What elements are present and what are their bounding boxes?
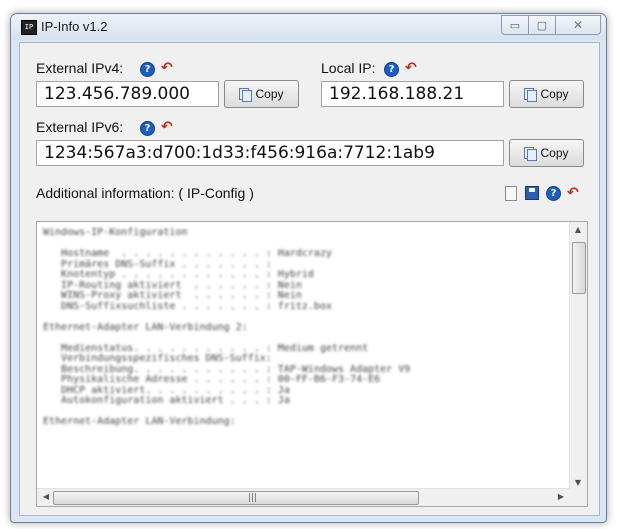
scroll-right-arrow-icon[interactable]: ▶ [554, 492, 568, 501]
external-ipv4-field[interactable]: 123.456.789.000 [36, 81, 219, 107]
scroll-left-arrow-icon[interactable]: ◀ [39, 492, 53, 501]
horizontal-scrollbar[interactable]: ◀ ||| ▶ [37, 488, 570, 506]
ipv6-help-icon[interactable]: ? [140, 121, 155, 136]
ipv4-refresh-icon[interactable]: ↶ [161, 61, 173, 75]
vertical-scrollbar[interactable]: ▲ ▼ [569, 222, 587, 490]
ipv6-refresh-icon[interactable]: ↶ [161, 120, 173, 134]
copy-ipv6-button[interactable]: Copy [509, 139, 584, 167]
minimize-button[interactable]: ▭ [501, 15, 529, 35]
copy-local-ip-label: Copy [540, 87, 569, 101]
vertical-scroll-thumb[interactable] [572, 242, 586, 294]
additional-refresh-icon[interactable]: ↶ [567, 186, 579, 200]
maximize-button[interactable]: ▢ [528, 15, 556, 35]
ip-config-output: Windows-IP-Konfiguration Hostname . . . … [43, 227, 411, 427]
client-area: External IPv4: ? ↶ 123.456.789.000 Copy … [19, 42, 600, 516]
external-ipv6-label: External IPv6: [36, 119, 124, 135]
app-window: IP IP-Info v1.2 ▭ ▢ ✕ External IPv4: ? ↶… [10, 13, 607, 523]
additional-info-label: Additional information: ( IP-Config ) [36, 185, 254, 201]
scroll-up-arrow-icon[interactable]: ▲ [571, 225, 585, 234]
copy-icon [524, 147, 538, 161]
local-ip-field[interactable]: 192.168.188.21 [321, 81, 504, 107]
copy-local-ip-button[interactable]: Copy [509, 80, 584, 108]
copy-ipv6-label: Copy [540, 146, 569, 160]
local-ip-refresh-icon[interactable]: ↶ [405, 61, 417, 75]
scroll-corner [570, 489, 587, 506]
ip-config-textarea[interactable]: Windows-IP-Konfiguration Hostname . . . … [36, 221, 588, 507]
close-button[interactable]: ✕ [555, 15, 601, 35]
local-ip-label: Local IP: [321, 60, 376, 76]
scroll-down-arrow-icon[interactable]: ▼ [571, 478, 585, 487]
additional-help-icon[interactable]: ? [546, 186, 561, 201]
external-ipv6-field[interactable]: 1234:567a3:d700:1d33:f456:916a:7712:1ab9 [36, 140, 504, 166]
app-icon: IP [21, 20, 37, 35]
title-bar[interactable]: IP IP-Info v1.2 ▭ ▢ ✕ [11, 14, 606, 40]
copy-icon [524, 88, 538, 102]
scroll-grip-icon: ||| [248, 493, 258, 503]
ipv4-help-icon[interactable]: ? [140, 62, 155, 77]
copy-ipv4-label: Copy [255, 87, 284, 101]
copy-icon [239, 88, 253, 102]
window-controls: ▭ ▢ ✕ [501, 15, 601, 35]
external-ipv4-label: External IPv4: [36, 60, 124, 76]
save-icon[interactable] [525, 186, 539, 200]
window-title: IP-Info v1.2 [41, 19, 108, 34]
copy-document-icon[interactable] [505, 186, 517, 201]
local-ip-help-icon[interactable]: ? [384, 62, 399, 77]
horizontal-scroll-thumb[interactable]: ||| [53, 491, 419, 505]
copy-ipv4-button[interactable]: Copy [224, 80, 299, 108]
